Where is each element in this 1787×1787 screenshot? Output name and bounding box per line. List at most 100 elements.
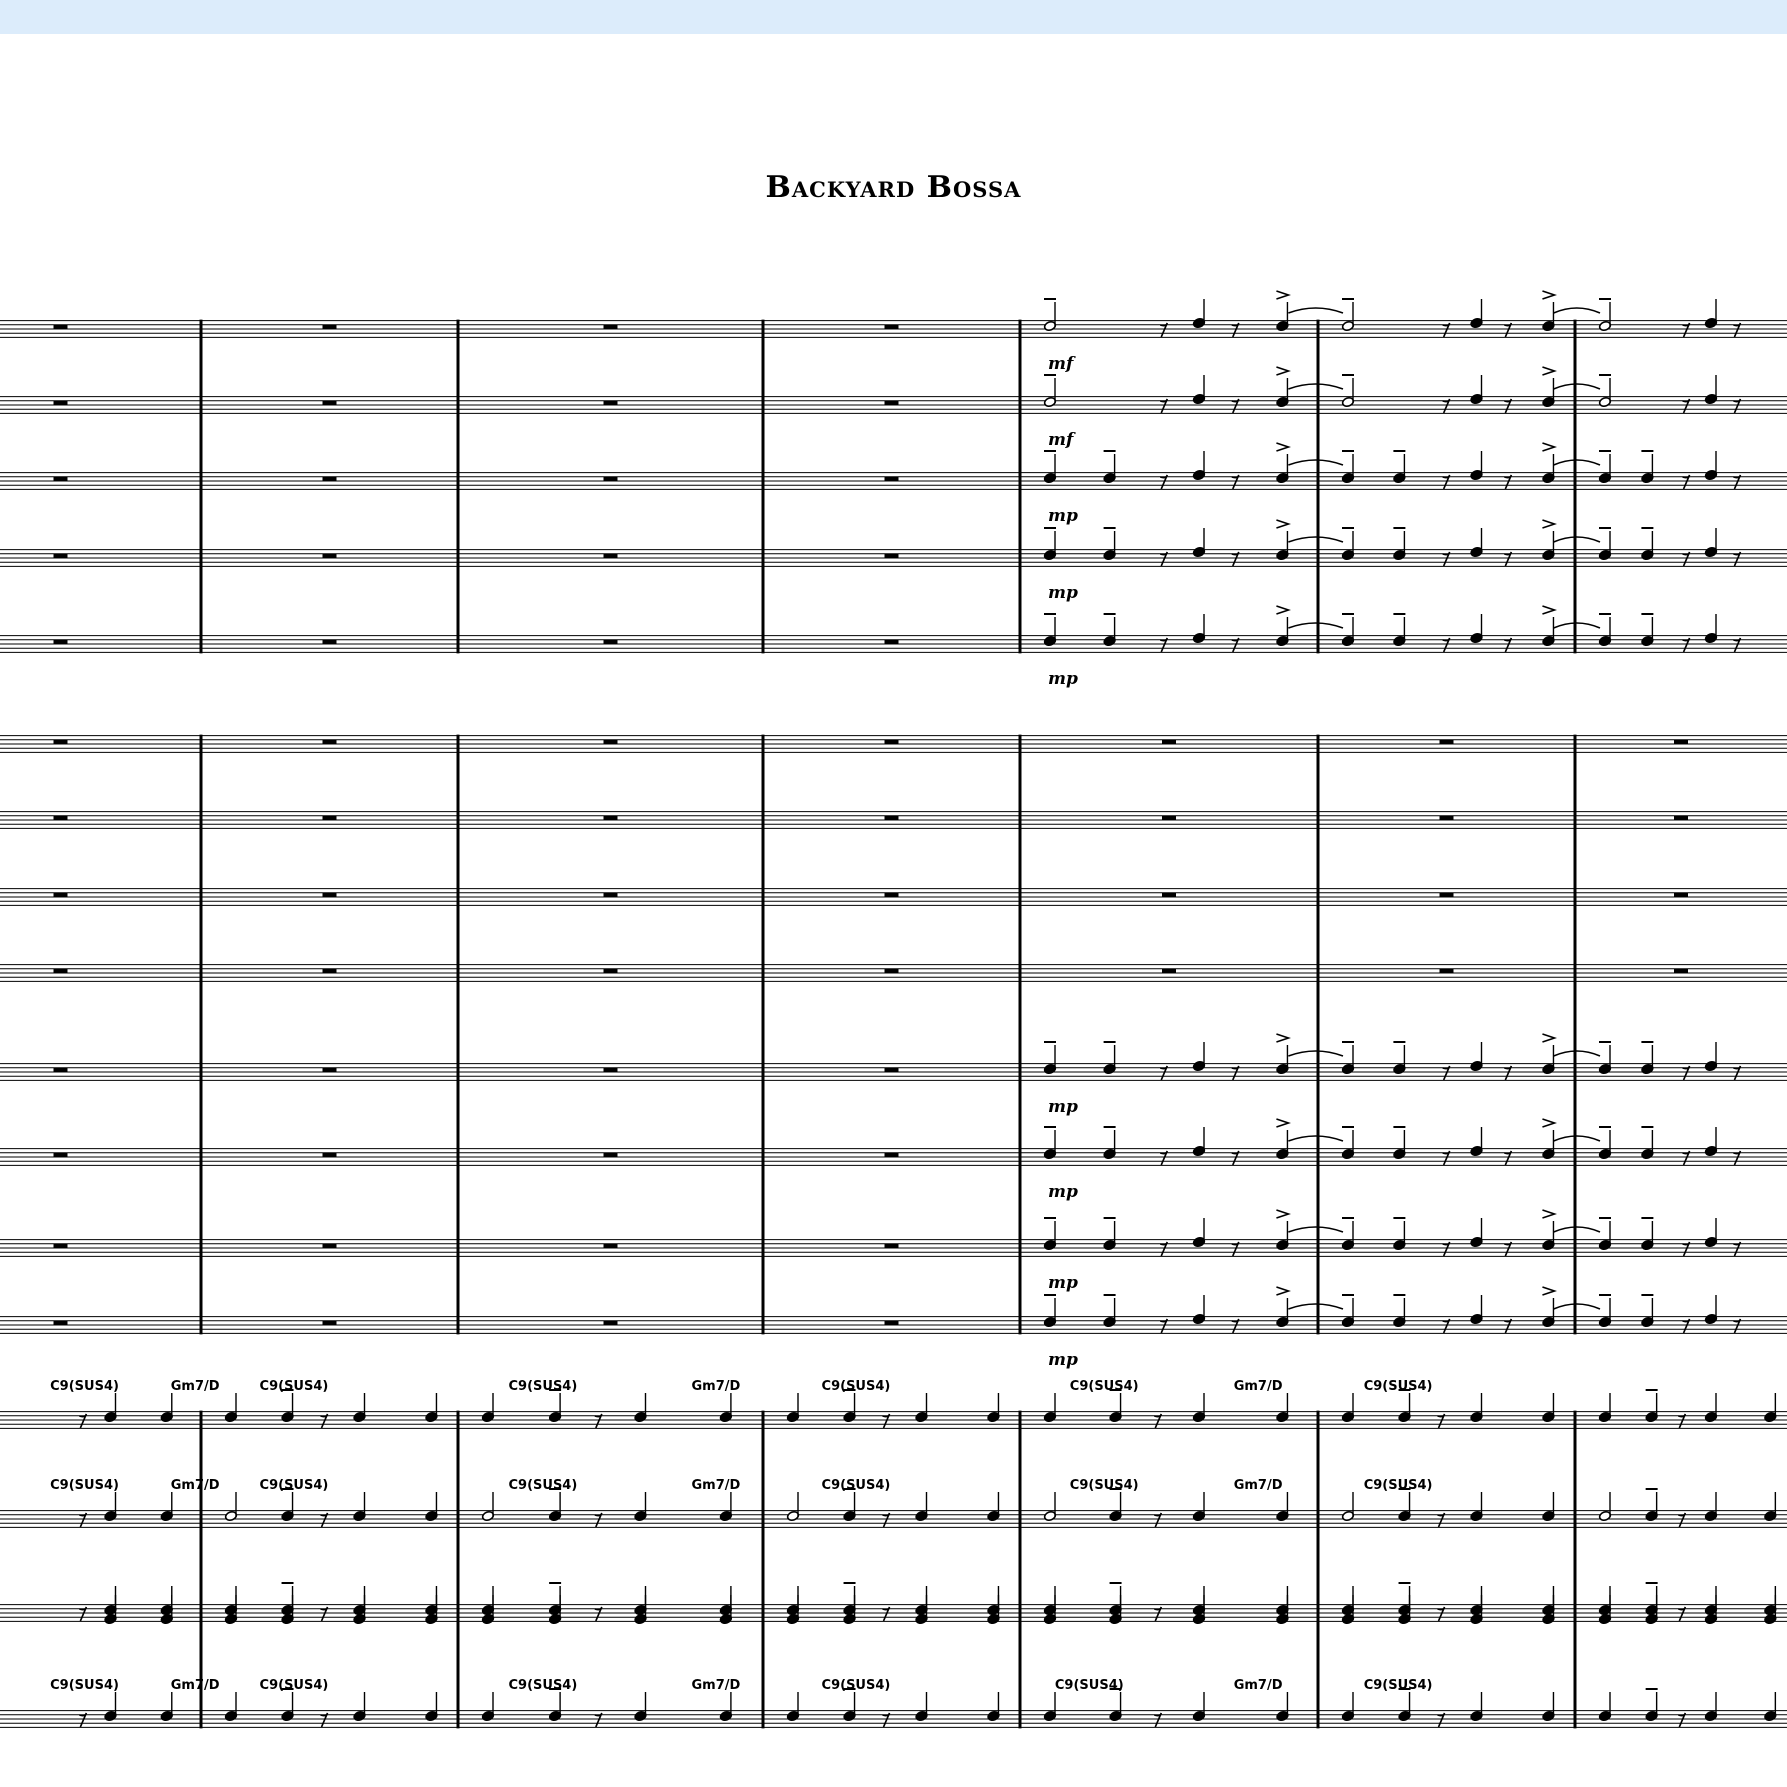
whole-rest <box>603 739 618 744</box>
chord-symbol: C9(SUS4) <box>822 1478 891 1493</box>
accent-mark <box>1542 290 1557 300</box>
eighth-rest <box>1231 1065 1240 1081</box>
tie <box>1288 622 1344 629</box>
whole-rest <box>603 1320 618 1325</box>
eighth-rest <box>1231 637 1240 653</box>
whole-rest <box>884 1152 899 1157</box>
whole-rest <box>1162 815 1176 820</box>
score-notation: mf mf mp mp mp mp mp mp mp C9(SUS4) Gm7/D C9(SUS4) C… <box>0 290 1787 1729</box>
eighth-rest <box>1682 1150 1691 1166</box>
whole-rest <box>603 553 618 558</box>
eighth-rest <box>594 1512 603 1528</box>
eighth-rest <box>1442 1065 1451 1081</box>
whole-rest <box>884 476 899 481</box>
tie <box>1553 1303 1601 1310</box>
whole-rest <box>53 739 68 744</box>
accent-mark <box>1542 1033 1557 1043</box>
dynamic-marking: mp <box>1048 583 1078 603</box>
chord-symbol: Gm7/D <box>692 1678 741 1693</box>
chord-symbol: Gm7/D <box>692 1478 741 1493</box>
tie <box>1553 1135 1601 1142</box>
eighth-rest <box>1682 1241 1691 1257</box>
eighth-rest <box>1159 1241 1169 1257</box>
eighth-rest <box>320 1712 329 1728</box>
chord-symbol: C9(SUS4) <box>1364 1379 1433 1394</box>
whole-rest <box>603 892 618 897</box>
eighth-rest <box>1504 551 1513 567</box>
chord-symbol: C9(SUS4) <box>509 1678 578 1693</box>
whole-rest <box>53 1243 68 1248</box>
accent-mark <box>1542 1209 1557 1219</box>
eighth-rest <box>1504 1318 1513 1334</box>
chord-symbol: C9(SUS4) <box>822 1379 891 1394</box>
whole-rest <box>1162 892 1176 897</box>
whole-rest <box>884 553 899 558</box>
whole-rest <box>603 1243 618 1248</box>
eighth-rest <box>882 1413 891 1429</box>
eighth-rest <box>594 1413 603 1429</box>
eighth-rest <box>1733 1150 1742 1166</box>
chord-symbol: C9(SUS4) <box>260 1678 329 1693</box>
eighth-rest <box>1682 551 1691 567</box>
eighth-rest <box>1437 1606 1446 1622</box>
chord-symbol: C9(SUS4) <box>509 1379 578 1394</box>
tie <box>1288 383 1344 390</box>
tie <box>1553 307 1601 314</box>
tie <box>1553 536 1601 543</box>
eighth-rest <box>1504 637 1513 653</box>
eighth-rest <box>1504 1150 1513 1166</box>
whole-rest <box>322 476 337 481</box>
whole-rest <box>53 815 68 820</box>
eighth-rest <box>79 1512 88 1528</box>
accent-mark <box>1276 1286 1291 1296</box>
eighth-rest <box>1159 474 1169 490</box>
whole-rest <box>322 400 337 405</box>
whole-rest <box>603 400 618 405</box>
whole-rest <box>322 815 337 820</box>
accent-mark <box>1276 290 1291 300</box>
eighth-rest <box>1678 1606 1687 1622</box>
whole-rest <box>53 1067 68 1072</box>
eighth-rest <box>1682 1065 1691 1081</box>
whole-rest <box>322 324 337 329</box>
accent-mark <box>1542 366 1557 376</box>
eighth-rest <box>1437 1712 1446 1728</box>
whole-rest <box>603 815 618 820</box>
eighth-rest <box>320 1413 329 1429</box>
eighth-rest <box>1442 322 1451 338</box>
whole-rest <box>1674 739 1688 744</box>
whole-rest <box>603 639 618 644</box>
eighth-rest <box>1678 1413 1687 1429</box>
eighth-rest <box>1442 1241 1451 1257</box>
dynamic-marking: mf <box>1048 430 1076 450</box>
tie <box>1553 1050 1601 1057</box>
eighth-rest <box>1442 398 1451 414</box>
tie <box>1288 459 1344 466</box>
eighth-rest <box>1159 1318 1169 1334</box>
whole-rest <box>322 739 337 744</box>
accent-mark <box>1542 1286 1557 1296</box>
chord-symbol: C9(SUS4) <box>50 1678 119 1693</box>
whole-rest <box>884 639 899 644</box>
eighth-rest <box>882 1606 891 1622</box>
tie <box>1288 536 1344 543</box>
accent-mark <box>1276 1033 1291 1043</box>
whole-rest <box>603 476 618 481</box>
eighth-rest <box>1733 474 1742 490</box>
whole-rest <box>53 324 68 329</box>
eighth-rest <box>1159 322 1169 338</box>
chord-symbol: Gm7/D <box>1234 1678 1283 1693</box>
whole-rest <box>53 892 68 897</box>
accent-mark <box>1542 1118 1557 1128</box>
dynamic-marking: mp <box>1048 1350 1078 1370</box>
eighth-rest <box>1442 474 1451 490</box>
eighth-rest <box>1682 637 1691 653</box>
chord-symbol: C9(SUS4) <box>1055 1678 1124 1693</box>
dynamic-marking: mp <box>1048 506 1078 526</box>
accent-mark <box>1542 519 1557 529</box>
accent-mark <box>1276 366 1291 376</box>
eighth-rest <box>1231 551 1240 567</box>
chord-symbol: Gm7/D <box>171 1379 220 1394</box>
tie <box>1553 1226 1601 1233</box>
eighth-rest <box>1154 1512 1163 1528</box>
